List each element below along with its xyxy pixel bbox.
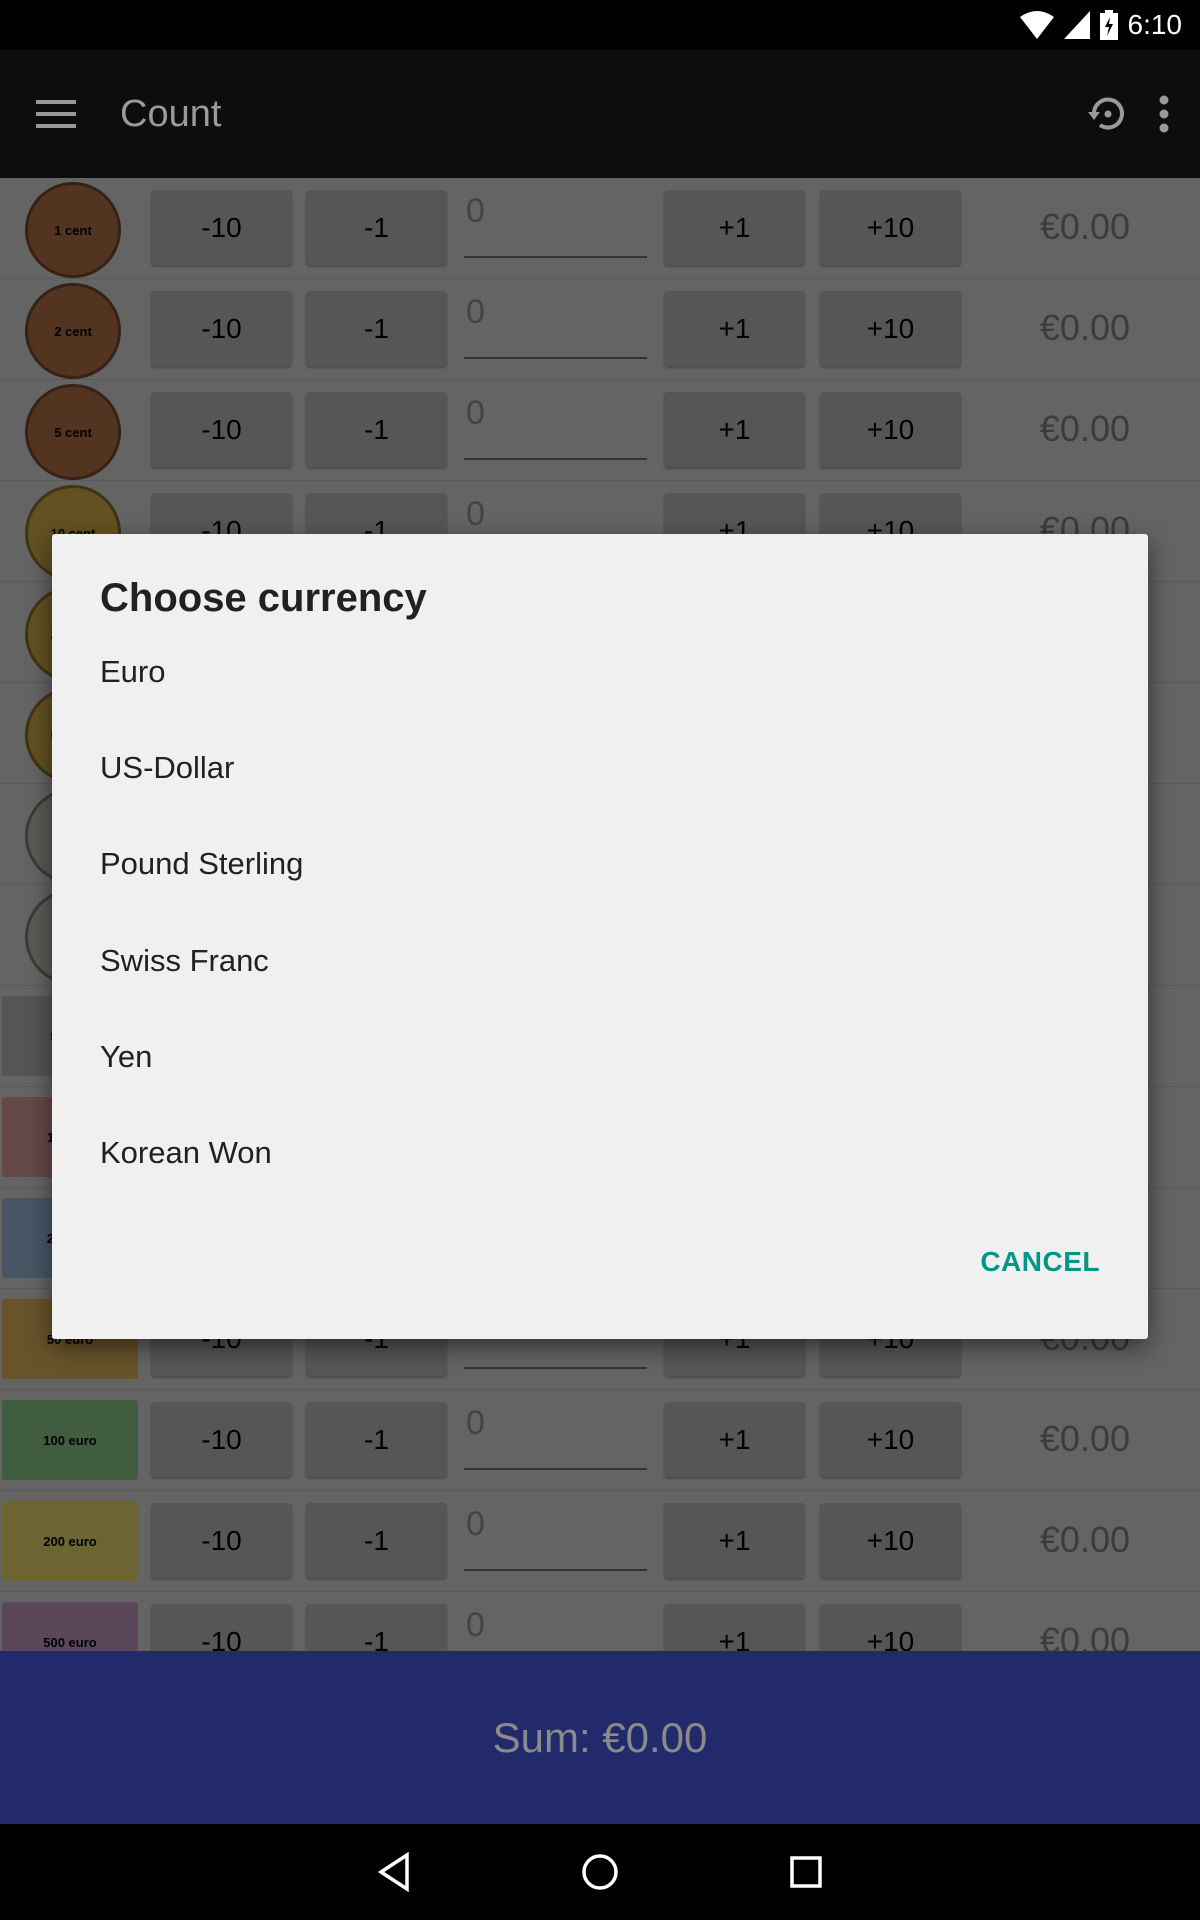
plus-10-button[interactable]: +10 xyxy=(820,392,961,467)
minus-1-button[interactable]: -1 xyxy=(306,392,447,467)
currency-option-us-dollar[interactable]: US-Dollar xyxy=(100,733,1100,803)
currency-option-korean-won[interactable]: Korean Won xyxy=(100,1118,1100,1188)
note-image: 100 euro xyxy=(2,1400,138,1480)
signal-icon xyxy=(1063,11,1090,39)
count-input[interactable]: 0 xyxy=(464,1606,647,1651)
denomination-label: 500 euro xyxy=(43,1634,97,1650)
minus-1-button[interactable]: -1 xyxy=(306,1402,447,1477)
plus-1-button[interactable]: +1 xyxy=(664,1503,805,1578)
denomination-row: 1 cent -10 -1 0 +1 +10 €0.00 xyxy=(0,178,1200,279)
page-title: Count xyxy=(120,92,222,135)
plus-1-button[interactable]: +1 xyxy=(664,392,805,467)
more-vert-icon[interactable] xyxy=(1158,94,1170,134)
denomination-label: 1 cent xyxy=(54,222,92,238)
denomination-label: 5 cent xyxy=(54,424,92,440)
minus-1-button[interactable]: -1 xyxy=(306,1503,447,1578)
plus-1-button[interactable]: +1 xyxy=(664,1604,805,1651)
row-value: €0.00 xyxy=(1039,408,1130,449)
currency-option-yen[interactable]: Yen xyxy=(100,1022,1100,1092)
row-value: €0.00 xyxy=(1039,1418,1130,1459)
denomination-row: 2 cent -10 -1 0 +1 +10 €0.00 xyxy=(0,279,1200,380)
minus-10-button[interactable]: -10 xyxy=(151,1402,292,1477)
denomination-label: 200 euro xyxy=(43,1533,97,1549)
count-input[interactable]: 0 xyxy=(464,394,647,460)
coin-image: 2 cent xyxy=(25,283,121,379)
plus-1-button[interactable]: +1 xyxy=(664,291,805,366)
row-value: €0.00 xyxy=(1039,1519,1130,1560)
coin-image: 1 cent xyxy=(25,182,121,278)
navigation-bar xyxy=(0,1824,1200,1920)
plus-1-button[interactable]: +1 xyxy=(664,1402,805,1477)
denomination-label: 100 euro xyxy=(43,1432,97,1448)
row-value: €0.00 xyxy=(1039,1620,1130,1651)
minus-10-button[interactable]: -10 xyxy=(151,392,292,467)
currency-option-euro[interactable]: Euro xyxy=(100,637,1100,707)
count-input[interactable]: 0 xyxy=(464,1505,647,1571)
minus-1-button[interactable]: -1 xyxy=(306,291,447,366)
coin-image: 5 cent xyxy=(25,384,121,480)
denomination-row: 200 euro -10 -1 0 +1 +10 €0.00 xyxy=(0,1491,1200,1592)
count-input[interactable]: 0 xyxy=(464,293,647,359)
plus-10-button[interactable]: +10 xyxy=(820,1604,961,1651)
row-value: €0.00 xyxy=(1039,206,1130,247)
minus-1-button[interactable]: -1 xyxy=(306,1604,447,1651)
denomination-row: 500 euro -10 -1 0 +1 +10 €0.00 xyxy=(0,1592,1200,1651)
battery-charging-icon xyxy=(1099,10,1118,40)
denomination-label: 2 cent xyxy=(54,323,92,339)
note-image: 500 euro xyxy=(2,1602,138,1651)
app-bar: Count xyxy=(0,50,1200,178)
home-icon[interactable] xyxy=(581,1853,619,1891)
minus-1-button[interactable]: -1 xyxy=(306,190,447,265)
choose-currency-dialog: Choose currency Euro US-Dollar Pound Ste… xyxy=(52,534,1148,1339)
currency-option-swiss-franc[interactable]: Swiss Franc xyxy=(100,926,1100,996)
note-image: 200 euro xyxy=(2,1501,138,1581)
back-icon[interactable] xyxy=(377,1852,411,1892)
recents-icon[interactable] xyxy=(789,1855,823,1889)
minus-10-button[interactable]: -10 xyxy=(151,291,292,366)
reset-icon[interactable] xyxy=(1086,92,1130,136)
count-input[interactable]: 0 xyxy=(464,1404,647,1470)
denomination-row: 5 cent -10 -1 0 +1 +10 €0.00 xyxy=(0,380,1200,481)
minus-10-button[interactable]: -10 xyxy=(151,1503,292,1578)
denomination-row: 100 euro -10 -1 0 +1 +10 €0.00 xyxy=(0,1390,1200,1491)
cancel-button[interactable]: CANCEL xyxy=(980,1246,1100,1278)
plus-10-button[interactable]: +10 xyxy=(820,291,961,366)
dialog-title: Choose currency xyxy=(100,576,427,620)
plus-10-button[interactable]: +10 xyxy=(820,190,961,265)
status-bar: 6:10 xyxy=(0,0,1200,50)
wifi-icon xyxy=(1019,11,1054,39)
plus-10-button[interactable]: +10 xyxy=(820,1402,961,1477)
row-value: €0.00 xyxy=(1039,307,1130,348)
sum-bar: Sum: €0.00 xyxy=(0,1651,1200,1824)
plus-10-button[interactable]: +10 xyxy=(820,1503,961,1578)
clock: 6:10 xyxy=(1127,9,1183,40)
plus-1-button[interactable]: +1 xyxy=(664,190,805,265)
minus-10-button[interactable]: -10 xyxy=(151,190,292,265)
count-input[interactable]: 0 xyxy=(464,192,647,258)
currency-option-pound-sterling[interactable]: Pound Sterling xyxy=(100,829,1100,899)
menu-icon[interactable] xyxy=(36,100,76,128)
minus-10-button[interactable]: -10 xyxy=(151,1604,292,1651)
